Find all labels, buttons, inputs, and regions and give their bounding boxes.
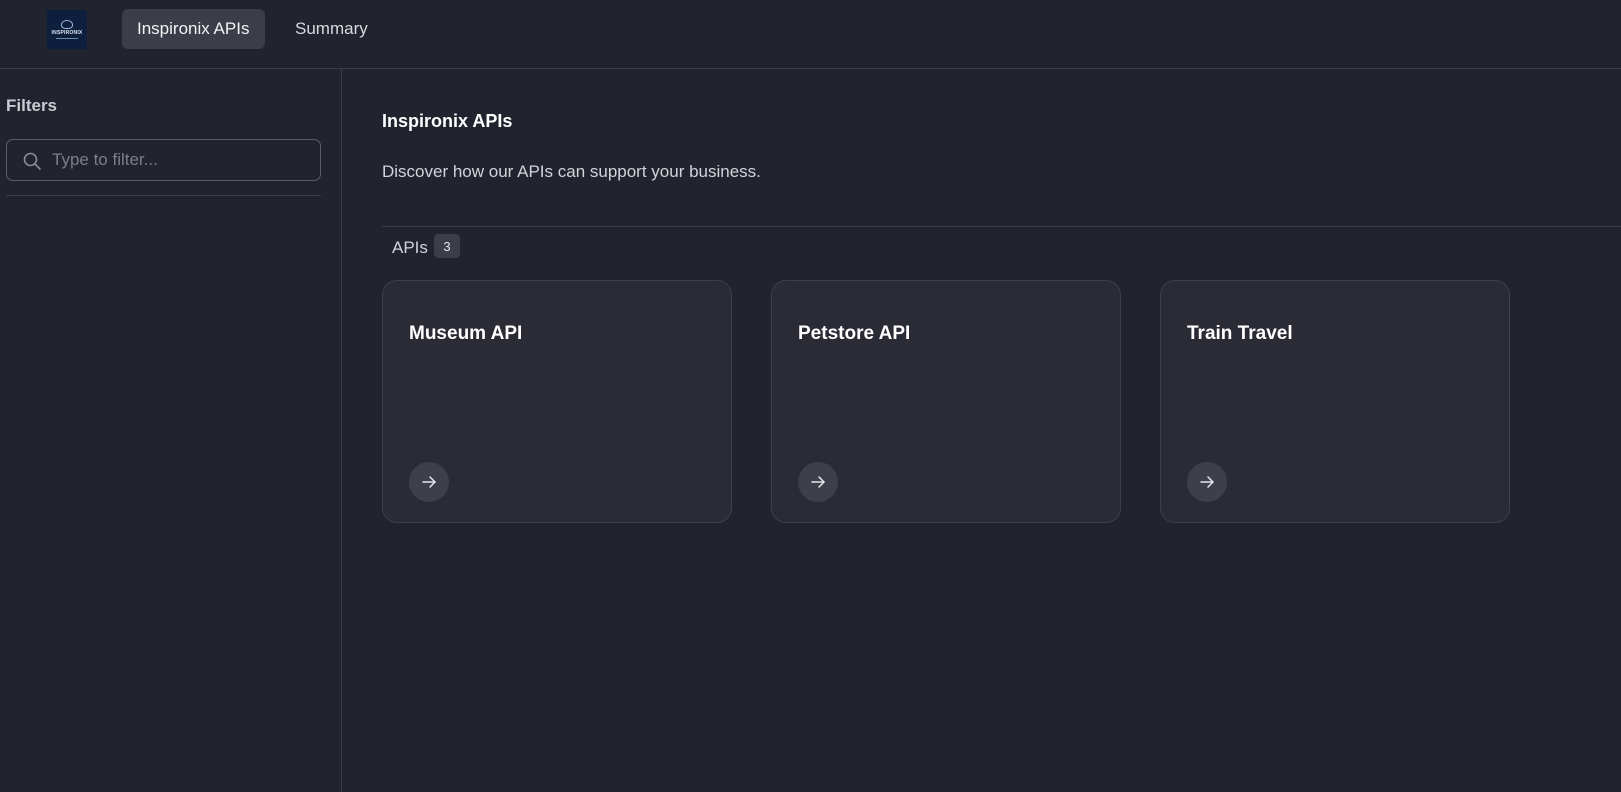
filter-input[interactable] [52,148,307,172]
search-icon [23,152,41,170]
tab-inspironix-apis[interactable]: Inspironix APIs [122,9,265,49]
open-api-button[interactable] [798,462,838,502]
tab-summary[interactable]: Summary [280,9,383,49]
card-title: Petstore API [798,323,911,344]
api-card-train-travel[interactable]: Train Travel [1160,280,1510,523]
open-api-button[interactable] [409,462,449,502]
arrow-right-icon [811,476,825,488]
inspironix-logo[interactable]: INSPIRONIX [47,10,87,49]
filters-sidebar: Filters [0,69,342,792]
arrow-right-icon [422,476,436,488]
filter-search-box[interactable] [6,139,321,181]
sidebar-divider [6,195,321,196]
open-api-button[interactable] [1187,462,1227,502]
top-navigation-bar: INSPIRONIX Inspironix APIs Summary [0,0,1621,69]
arrow-right-icon [1200,476,1214,488]
filters-heading: Filters [6,96,58,115]
page-description: Discover how our APIs can support your b… [382,162,761,181]
api-card-petstore[interactable]: Petstore API [771,280,1121,523]
apis-section-label: APIs [392,238,428,257]
apis-count-badge: 3 [434,234,460,258]
logo-underline [56,38,78,39]
api-card-museum[interactable]: Museum API [382,280,732,523]
card-title: Museum API [409,323,523,344]
card-title: Train Travel [1187,323,1293,344]
logo-emblem-icon [61,20,73,29]
page-title: Inspironix APIs [382,111,513,131]
section-divider [382,226,1621,227]
logo-wordmark: INSPIRONIX [51,30,83,36]
